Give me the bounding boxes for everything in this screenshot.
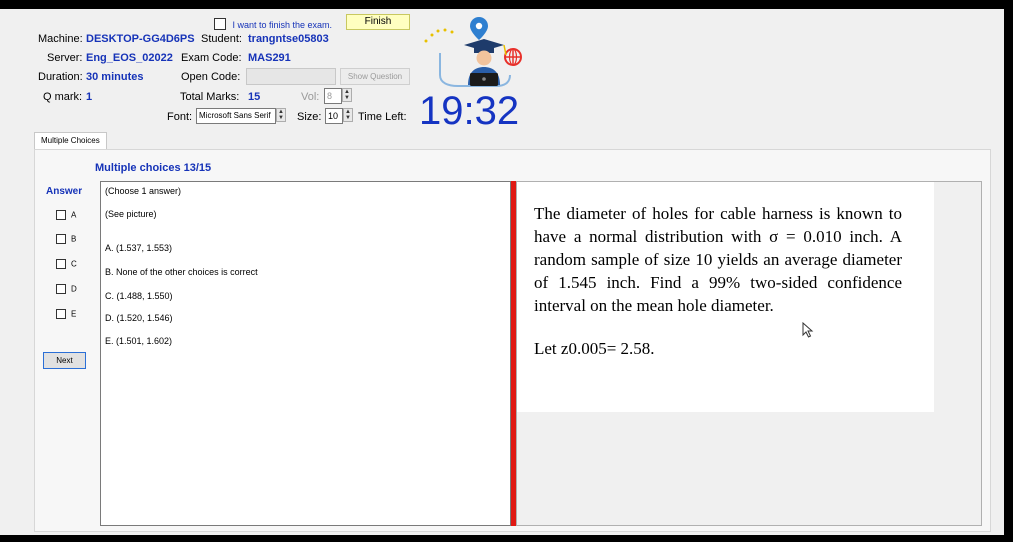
answer-letter: E bbox=[71, 309, 77, 319]
exam-code-label: Exam Code: bbox=[181, 52, 242, 64]
checkbox-box[interactable] bbox=[56, 308, 66, 319]
font-value[interactable]: Microsoft Sans Serif bbox=[196, 108, 276, 124]
question-paragraph: The diameter of holes for cable harness … bbox=[534, 204, 902, 315]
server-value: Eng_EOS_02022 bbox=[86, 52, 173, 64]
size-value[interactable]: 10 bbox=[325, 108, 343, 124]
machine-value: DESKTOP-GG4D6PS bbox=[86, 33, 195, 45]
server-label: Server: bbox=[47, 52, 83, 64]
vol-value[interactable]: 8 bbox=[324, 88, 342, 104]
question-heading: Multiple choices 13/15 bbox=[95, 162, 212, 174]
answer-checkbox-e[interactable]: E bbox=[56, 305, 76, 323]
finish-checkbox-label: I want to finish the exam. bbox=[232, 20, 333, 30]
mouse-cursor-icon bbox=[802, 321, 814, 343]
answer-letter: D bbox=[71, 284, 77, 294]
qmark-label: Q mark: bbox=[43, 91, 83, 103]
option-a: A. (1.537, 1.553) bbox=[105, 243, 173, 253]
answer-letter: A bbox=[71, 210, 77, 220]
duration-label: Duration: bbox=[38, 71, 83, 83]
exam-window: I want to finish the exam. Finish Machin… bbox=[0, 9, 1004, 535]
font-spin-buttons[interactable]: ▲ ▼ bbox=[276, 108, 286, 122]
checkbox-box[interactable] bbox=[56, 233, 66, 244]
next-button[interactable]: Next bbox=[43, 352, 86, 369]
option-c: C. (1.488, 1.550) bbox=[105, 291, 173, 301]
question-hint: Let z0.005= 2.58. bbox=[534, 339, 655, 358]
finish-checkbox[interactable] bbox=[214, 17, 226, 30]
student-label: Student: bbox=[201, 33, 242, 45]
qmark-value: 1 bbox=[86, 91, 93, 103]
vol-label: Vol: bbox=[301, 91, 320, 103]
show-question-button[interactable]: Show Question bbox=[340, 68, 410, 85]
checkbox-box[interactable] bbox=[56, 283, 66, 294]
answer-checkbox-d[interactable]: D bbox=[56, 280, 77, 298]
duration-value: 30 minutes bbox=[86, 71, 144, 83]
machine-label: Machine: bbox=[38, 33, 83, 45]
answer-label: Answer bbox=[46, 186, 83, 197]
exam-code-value: MAS291 bbox=[248, 52, 291, 64]
open-code-input[interactable] bbox=[246, 68, 336, 85]
answer-letter: B bbox=[71, 234, 77, 244]
option-e: E. (1.501, 1.602) bbox=[105, 336, 173, 346]
graduate-illustration-icon bbox=[418, 13, 533, 89]
question-image: The diameter of holes for cable harness … bbox=[517, 182, 934, 412]
option-d: D. (1.520, 1.546) bbox=[105, 313, 173, 323]
total-marks-label: Total Marks: bbox=[180, 91, 240, 103]
answer-checkbox-a[interactable]: A bbox=[56, 206, 76, 224]
choose-answer-text: (Choose 1 answer) bbox=[105, 186, 182, 196]
question-image-panel: The diameter of holes for cable harness … bbox=[516, 181, 982, 526]
font-spinner[interactable]: Microsoft Sans Serif ▲ ▼ bbox=[196, 108, 286, 124]
time-left-label: Time Left: bbox=[358, 111, 407, 123]
vol-spinner[interactable]: 8 ▲ ▼ bbox=[324, 88, 352, 104]
answer-checkbox-b[interactable]: B bbox=[56, 230, 76, 248]
finish-button[interactable]: Finish bbox=[346, 14, 410, 30]
size-spin-buttons[interactable]: ▲ ▼ bbox=[343, 108, 353, 122]
see-picture-text: (See picture) bbox=[105, 209, 157, 219]
total-marks-value: 15 bbox=[248, 91, 261, 103]
checkbox-box[interactable] bbox=[56, 258, 66, 269]
vol-spin-buttons[interactable]: ▲ ▼ bbox=[342, 88, 352, 102]
size-spinner[interactable]: 10 ▲ ▼ bbox=[325, 108, 353, 124]
time-left-value: 19:32 bbox=[419, 89, 520, 133]
answer-options-panel: (Choose 1 answer) (See picture) A. (1.53… bbox=[100, 181, 511, 526]
option-b: B. None of the other choices is correct bbox=[105, 267, 258, 277]
open-code-label: Open Code: bbox=[181, 71, 241, 83]
answer-letter: C bbox=[71, 259, 77, 269]
finish-checkbox-row[interactable]: I want to finish the exam. bbox=[214, 15, 332, 33]
tab-multiple-choices[interactable]: Multiple Choices bbox=[34, 132, 107, 150]
font-label: Font: bbox=[167, 111, 193, 123]
answer-checkbox-c[interactable]: C bbox=[56, 255, 77, 273]
size-label: Size: bbox=[297, 111, 322, 123]
student-value: trangntse05803 bbox=[248, 33, 329, 45]
checkbox-box[interactable] bbox=[56, 209, 66, 220]
